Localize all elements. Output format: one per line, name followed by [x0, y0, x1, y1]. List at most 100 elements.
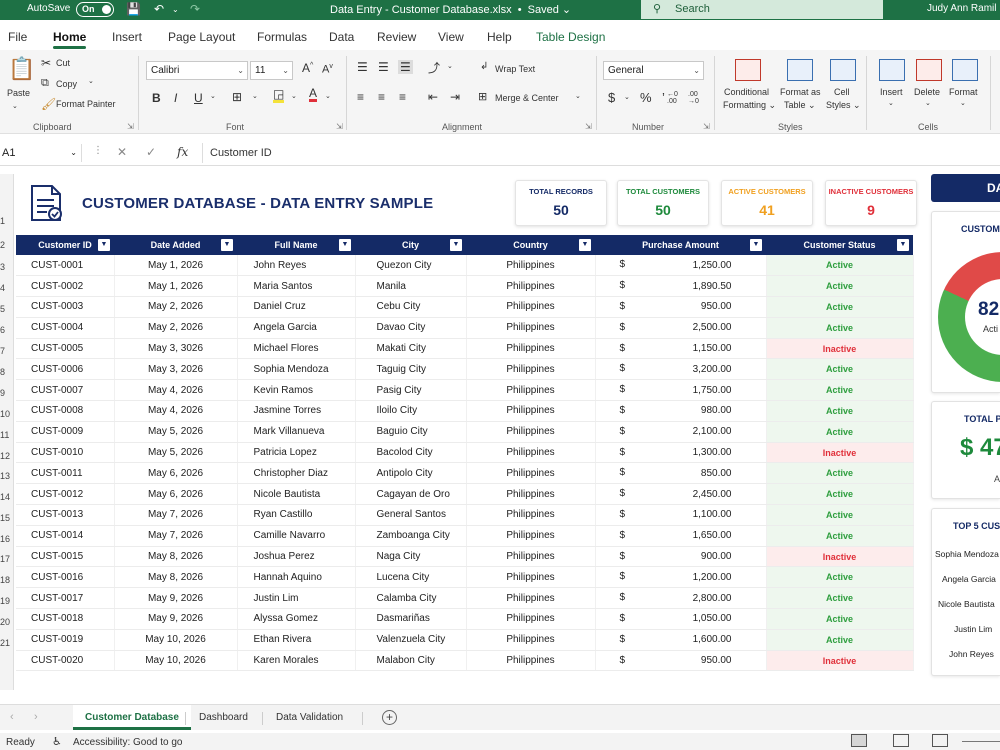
- row-number[interactable]: 18: [0, 575, 12, 585]
- purchase-amount-cell[interactable]: $1,890.50: [595, 275, 767, 298]
- tab-help[interactable]: Help: [487, 30, 512, 44]
- date-added-cell[interactable]: May 2, 2026: [114, 317, 238, 339]
- align-middle-icon[interactable]: ☰: [378, 60, 389, 74]
- status-cell[interactable]: Active: [766, 255, 914, 277]
- country-cell[interactable]: Philippines: [466, 629, 596, 651]
- copy-dropdown-icon[interactable]: ⌄: [88, 77, 94, 85]
- purchase-amount-cell[interactable]: $1,250.00: [595, 255, 767, 277]
- date-added-cell[interactable]: May 7, 2026: [114, 525, 238, 547]
- number-launcher-icon[interactable]: ⇲: [703, 122, 710, 131]
- row-number[interactable]: 16: [0, 534, 12, 544]
- copy-button[interactable]: Copy: [56, 79, 77, 89]
- customer-id-cell[interactable]: CUST-0011: [16, 462, 115, 485]
- insert-function-icon[interactable]: fx: [177, 145, 188, 159]
- status-cell[interactable]: Active: [766, 525, 914, 547]
- city-cell[interactable]: Pasig City: [355, 379, 467, 402]
- full-name-cell[interactable]: Angela Garcia: [237, 317, 356, 339]
- row-number[interactable]: 8: [0, 367, 12, 377]
- font-color-dropdown-icon[interactable]: ⌄: [325, 92, 331, 100]
- fill-color-icon[interactable]: ◲: [273, 88, 285, 103]
- conditional-formatting-icon[interactable]: [735, 59, 761, 81]
- merge-dropdown-icon[interactable]: ⌄: [575, 92, 581, 100]
- date-added-cell[interactable]: May 5, 2026: [114, 442, 238, 464]
- country-cell[interactable]: Philippines: [466, 587, 596, 610]
- name-box[interactable]: A1 ⌄: [0, 144, 82, 162]
- align-right-icon[interactable]: ≡: [399, 90, 406, 104]
- add-sheet-icon[interactable]: +: [382, 710, 397, 725]
- date-added-cell[interactable]: May 9, 2026: [114, 608, 238, 630]
- cell-styles-label-2[interactable]: Styles ⌄: [826, 100, 861, 111]
- status-cell[interactable]: Active: [766, 296, 914, 318]
- underline-dropdown-icon[interactable]: ⌄: [210, 92, 216, 100]
- table-row[interactable]: CUST-0011 May 6, 2026 Christopher Diaz Anti…: [16, 462, 914, 485]
- full-name-cell[interactable]: Alyssa Gomez: [237, 608, 356, 630]
- sheet-tab-customer-database[interactable]: Customer Database: [73, 705, 191, 730]
- font-color-icon[interactable]: A: [309, 87, 318, 102]
- customer-id-cell[interactable]: CUST-0002: [16, 275, 115, 298]
- filter-dropdown-icon[interactable]: ▼: [897, 239, 909, 251]
- redo-icon[interactable]: ↷: [190, 2, 200, 16]
- currency-dropdown-icon[interactable]: ⌄: [624, 93, 630, 101]
- accessibility-icon[interactable]: ♿: [52, 735, 62, 748]
- cell-styles-label-1[interactable]: Cell: [834, 87, 850, 97]
- merge-center-button[interactable]: Merge & Center: [495, 93, 559, 103]
- format-cells-button[interactable]: Format: [949, 87, 978, 97]
- format-cells-icon[interactable]: [952, 59, 978, 81]
- customer-id-cell[interactable]: CUST-0008: [16, 400, 115, 422]
- row-number[interactable]: 12: [0, 451, 12, 461]
- full-name-cell[interactable]: Michael Flores: [237, 338, 356, 360]
- purchase-amount-cell[interactable]: $2,450.00: [595, 483, 767, 506]
- filter-dropdown-icon[interactable]: ▼: [579, 239, 591, 251]
- table-row[interactable]: CUST-0018 May 9, 2026 Alyssa Gomez Dasmariñ…: [16, 608, 914, 630]
- filter-dropdown-icon[interactable]: ▼: [750, 239, 762, 251]
- delete-cells-button[interactable]: Delete: [914, 87, 940, 97]
- full-name-cell[interactable]: Joshua Perez: [237, 546, 356, 568]
- tab-formulas[interactable]: Formulas: [257, 30, 307, 44]
- purchase-amount-cell[interactable]: $850.00: [595, 462, 767, 485]
- column-header[interactable]: Country ▼: [466, 235, 595, 255]
- format-as-table-label-2[interactable]: Table ⌄: [784, 100, 816, 111]
- city-cell[interactable]: Malabon City: [355, 650, 467, 672]
- table-row[interactable]: CUST-0007 May 4, 2026 Kevin Ramos Pasig Cit…: [16, 379, 914, 402]
- row-number[interactable]: 4: [0, 283, 12, 293]
- status-cell[interactable]: Active: [766, 629, 914, 651]
- sheet-tab-data-validation[interactable]: Data Validation: [264, 705, 355, 730]
- tab-review[interactable]: Review: [377, 30, 416, 44]
- row-number[interactable]: 6: [0, 325, 12, 335]
- tab-home[interactable]: Home: [53, 30, 87, 49]
- purchase-amount-cell[interactable]: $2,100.00: [595, 421, 767, 443]
- cut-icon[interactable]: ✂: [41, 56, 51, 70]
- full-name-cell[interactable]: Ryan Castillo: [237, 504, 356, 526]
- percent-icon[interactable]: %: [640, 90, 652, 105]
- date-added-cell[interactable]: May 2, 2026: [114, 296, 238, 318]
- date-added-cell[interactable]: May 3, 3026: [114, 338, 238, 360]
- date-added-cell[interactable]: May 8, 2026: [114, 566, 238, 589]
- table-row[interactable]: CUST-0012 May 6, 2026 Nicole Bautista Cagay…: [16, 483, 914, 506]
- customer-id-cell[interactable]: CUST-0015: [16, 546, 115, 568]
- italic-icon[interactable]: I: [174, 91, 177, 105]
- customer-id-cell[interactable]: CUST-0016: [16, 566, 115, 589]
- borders-icon[interactable]: ⊞: [232, 90, 242, 104]
- customer-id-cell[interactable]: CUST-0020: [16, 650, 115, 672]
- full-name-cell[interactable]: Karen Morales: [237, 650, 356, 672]
- paste-dropdown-icon[interactable]: ⌄: [12, 102, 18, 110]
- clipboard-launcher-icon[interactable]: ⇲: [127, 122, 134, 131]
- purchase-amount-cell[interactable]: $2,800.00: [595, 587, 767, 610]
- paste-button[interactable]: Paste: [7, 88, 30, 98]
- customer-id-cell[interactable]: CUST-0010: [16, 442, 115, 464]
- full-name-cell[interactable]: Nicole Bautista: [237, 483, 356, 506]
- normal-view-icon[interactable]: [851, 734, 867, 747]
- purchase-amount-cell[interactable]: $3,200.00: [595, 358, 767, 381]
- tab-page-layout[interactable]: Page Layout: [168, 30, 235, 44]
- table-row[interactable]: CUST-0017 May 9, 2026 Justin Lim Calamba Ci…: [16, 587, 914, 610]
- full-name-cell[interactable]: Ethan Rivera: [237, 629, 356, 651]
- customer-id-cell[interactable]: CUST-0012: [16, 483, 115, 506]
- status-cell[interactable]: Active: [766, 379, 914, 402]
- align-bottom-icon[interactable]: ☰: [398, 60, 413, 74]
- city-cell[interactable]: Zamboanga City: [355, 525, 467, 547]
- customer-id-cell[interactable]: CUST-0001: [16, 255, 115, 277]
- city-cell[interactable]: Naga City: [355, 546, 467, 568]
- align-center-icon[interactable]: ≡: [378, 90, 385, 104]
- purchase-amount-cell[interactable]: $950.00: [595, 650, 767, 672]
- purchase-amount-cell[interactable]: $1,600.00: [595, 629, 767, 651]
